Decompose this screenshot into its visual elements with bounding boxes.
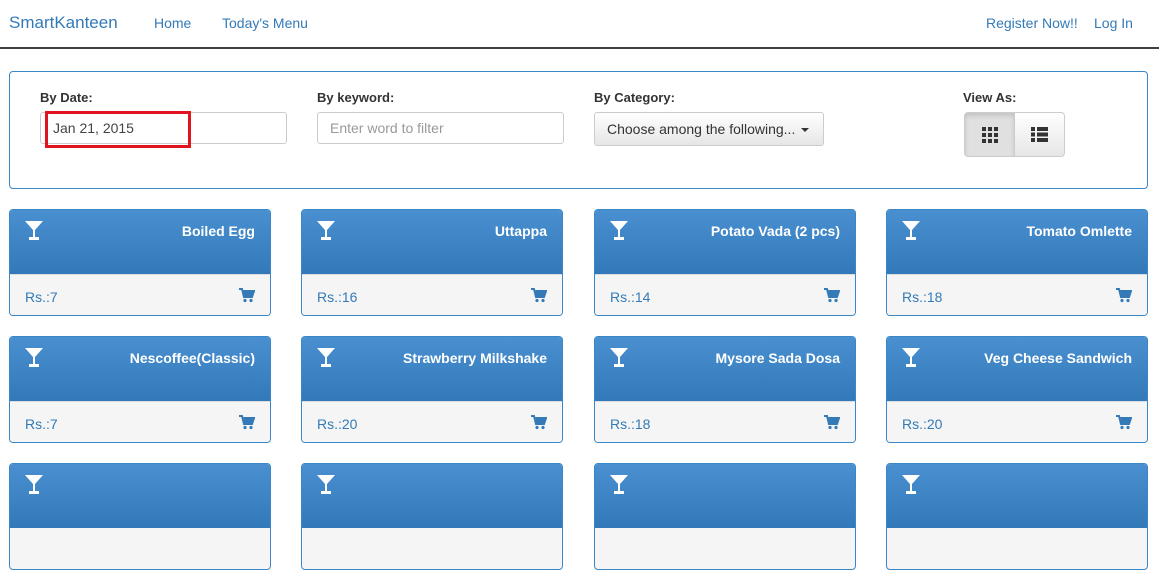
card-footer: Rs.:20 xyxy=(302,401,562,442)
login-link[interactable]: Log In xyxy=(1094,15,1133,31)
cart-icon[interactable] xyxy=(239,288,255,303)
cocktail-glass-icon xyxy=(610,475,628,494)
item-price: Rs.:7 xyxy=(25,289,58,305)
card-footer: Rs.:14 xyxy=(595,274,855,315)
cocktail-glass-icon xyxy=(317,475,335,494)
caret-down-icon xyxy=(801,128,810,133)
list-view-button[interactable] xyxy=(1014,112,1065,157)
menu-item-card[interactable]: Boiled Egg Rs.:7 xyxy=(9,209,271,316)
cart-icon[interactable] xyxy=(1116,415,1132,430)
item-price: Rs.:16 xyxy=(317,289,358,305)
card-header: Mysore Sada Dosa xyxy=(595,337,855,401)
cart-icon[interactable] xyxy=(1116,288,1132,303)
card-footer: Rs.:20 xyxy=(887,401,1147,442)
item-price: Rs.:7 xyxy=(25,416,58,432)
date-input-value: Jan 21, 2015 xyxy=(53,120,134,136)
item-name: Uttappa xyxy=(494,223,547,239)
cart-icon[interactable] xyxy=(824,415,840,430)
cocktail-glass-icon xyxy=(317,348,335,367)
register-link[interactable]: Register Now!! xyxy=(986,15,1078,31)
item-price: Rs.:18 xyxy=(902,289,943,305)
top-navbar: SmartKanteen Home Today's Menu Register … xyxy=(0,0,1159,49)
cart-icon[interactable] xyxy=(239,415,255,430)
item-price: Rs.:20 xyxy=(902,416,943,432)
nav-todays-menu-link[interactable]: Today's Menu xyxy=(222,15,308,31)
menu-item-card[interactable]: Potato Vada (2 pcs) Rs.:14 xyxy=(594,209,856,316)
filter-panel: By Date: Jan 21, 2015 By keyword: Enter … xyxy=(9,71,1148,189)
menu-item-card[interactable]: Strawberry Milkshake Rs.:20 xyxy=(301,336,563,443)
category-dropdown[interactable]: Choose among the following... xyxy=(594,112,824,146)
date-label: By Date: xyxy=(40,90,93,105)
grid-view-icon xyxy=(981,126,998,143)
date-input[interactable]: Jan 21, 2015 xyxy=(40,112,287,144)
card-header xyxy=(302,464,562,528)
card-header: Veg Cheese Sandwich xyxy=(887,337,1147,401)
brand-link[interactable]: SmartKanteen xyxy=(9,13,118,33)
cocktail-glass-icon xyxy=(902,348,920,367)
card-header xyxy=(10,464,270,528)
category-dropdown-value: Choose among the following... xyxy=(607,121,796,137)
grid-view-button[interactable] xyxy=(964,112,1015,157)
card-footer: Rs.:18 xyxy=(887,274,1147,315)
card-header: Nescoffee(Classic) xyxy=(10,337,270,401)
card-footer: Rs.:7 xyxy=(10,401,270,442)
menu-item-card[interactable]: Tomato Omlette Rs.:18 xyxy=(886,209,1148,316)
cocktail-glass-icon xyxy=(25,475,43,494)
card-footer: Rs.:18 xyxy=(595,401,855,442)
item-price: Rs.:14 xyxy=(610,289,651,305)
cart-icon[interactable] xyxy=(531,415,547,430)
item-name: Strawberry Milkshake xyxy=(403,350,547,366)
card-header: Tomato Omlette xyxy=(887,210,1147,274)
card-header xyxy=(887,464,1147,528)
item-name: Tomato Omlette xyxy=(1026,223,1132,239)
nav-home-link[interactable]: Home xyxy=(154,15,191,31)
cocktail-glass-icon xyxy=(317,221,335,240)
card-footer: Rs.:7 xyxy=(10,274,270,315)
item-name: Mysore Sada Dosa xyxy=(715,350,841,366)
item-name: Potato Vada (2 pcs) xyxy=(710,223,840,239)
cocktail-glass-icon xyxy=(610,348,628,367)
cocktail-glass-icon xyxy=(610,221,628,240)
menu-item-card[interactable] xyxy=(594,463,856,570)
item-name: Boiled Egg xyxy=(181,223,255,239)
keyword-placeholder: Enter word to filter xyxy=(330,120,444,136)
category-label: By Category: xyxy=(594,90,675,105)
cocktail-glass-icon xyxy=(902,475,920,494)
item-price: Rs.:18 xyxy=(610,416,651,432)
card-header: Strawberry Milkshake xyxy=(302,337,562,401)
card-header: Potato Vada (2 pcs) xyxy=(595,210,855,274)
menu-item-card[interactable]: Nescoffee(Classic) Rs.:7 xyxy=(9,336,271,443)
menu-item-card[interactable]: Veg Cheese Sandwich Rs.:20 xyxy=(886,336,1148,443)
cocktail-glass-icon xyxy=(902,221,920,240)
list-view-icon xyxy=(1031,127,1048,142)
menu-item-card[interactable]: Mysore Sada Dosa Rs.:18 xyxy=(594,336,856,443)
card-footer: Rs.:16 xyxy=(302,274,562,315)
card-header: Boiled Egg xyxy=(10,210,270,274)
card-header xyxy=(595,464,855,528)
item-name: Veg Cheese Sandwich xyxy=(984,350,1132,366)
keyword-label: By keyword: xyxy=(317,90,395,105)
keyword-input[interactable]: Enter word to filter xyxy=(317,112,564,144)
item-name: Nescoffee(Classic) xyxy=(129,350,255,366)
menu-item-card[interactable] xyxy=(9,463,271,570)
cart-icon[interactable] xyxy=(824,288,840,303)
cocktail-glass-icon xyxy=(25,221,43,240)
menu-item-card[interactable] xyxy=(301,463,563,570)
menu-item-card[interactable]: Uttappa Rs.:16 xyxy=(301,209,563,316)
cart-icon[interactable] xyxy=(531,288,547,303)
item-price: Rs.:20 xyxy=(317,416,358,432)
view-as-label: View As: xyxy=(963,90,1017,105)
cocktail-glass-icon xyxy=(25,348,43,367)
menu-item-card[interactable] xyxy=(886,463,1148,570)
card-header: Uttappa xyxy=(302,210,562,274)
